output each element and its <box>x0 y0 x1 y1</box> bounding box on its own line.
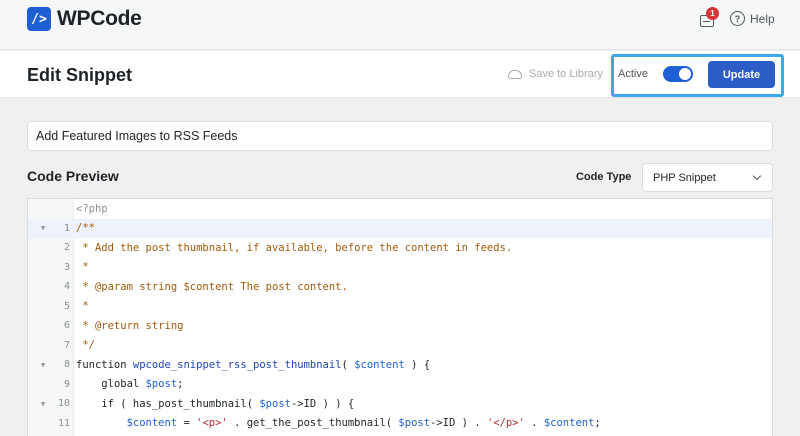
snippet-title-input[interactable]: Add Featured Images to RSS Feeds <box>27 121 773 151</box>
line-number: 3 <box>63 261 70 273</box>
code-text: /** <box>76 222 95 235</box>
line-number: 8 <box>63 359 70 371</box>
fold-caret-icon[interactable]: ▼ <box>41 400 45 408</box>
page-title: Edit Snippet <box>27 65 132 85</box>
logo-mark-icon: /> <box>27 7 51 31</box>
wpcode-logo[interactable]: /> WPCode <box>27 7 142 31</box>
line-number: 5 <box>63 300 70 312</box>
code-preview-heading: Code Preview <box>27 168 119 184</box>
line-number: 9 <box>63 378 70 390</box>
notifications-button[interactable]: 1 <box>700 7 719 29</box>
line-number: 11 <box>57 417 70 429</box>
code-line: 4 * @param string $content The post cont… <box>28 277 772 297</box>
code-line: 5 * <box>28 297 772 317</box>
question-circle-icon: ? <box>730 11 745 26</box>
help-label: Help <box>750 11 775 26</box>
php-open-tag: <?php <box>76 202 108 215</box>
code-text: * @param string $content The post conten… <box>76 280 348 293</box>
code-line: ▼ 1 /** <box>28 218 772 238</box>
fold-caret-icon[interactable]: ▼ <box>41 224 45 232</box>
code-line: 7 */ <box>28 336 772 356</box>
code-text: if ( has_post_thumbnail( $post->ID ) ) { <box>101 397 355 410</box>
toggle-knob <box>679 68 691 80</box>
chevron-down-icon <box>752 171 762 181</box>
line-number: 7 <box>63 339 70 351</box>
line-number: 6 <box>63 320 70 332</box>
code-type-value: PHP Snippet <box>653 171 716 184</box>
code-text: * Add the post thumbnail, if available, … <box>76 241 513 254</box>
code-text: * <box>76 300 89 313</box>
line-number: 2 <box>63 242 70 254</box>
cloud-icon <box>508 69 522 79</box>
save-to-library-label: Save to Library <box>529 68 603 80</box>
code-line: 3 * <box>28 258 772 278</box>
code-text: * <box>76 261 89 274</box>
code-text: function wpcode_snippet_rss_post_thumbna… <box>76 358 431 371</box>
help-button[interactable]: ? Help <box>730 11 775 26</box>
fold-caret-icon[interactable]: ▼ <box>41 361 45 369</box>
code-preamble-line: <?php <box>28 199 772 219</box>
code-type-select[interactable]: PHP Snippet <box>642 163 773 192</box>
code-line: ▼ 10 if ( has_post_thumbnail( $post->ID )… <box>28 394 772 414</box>
notification-badge: 1 <box>706 7 719 20</box>
code-line: 9 global $post; <box>28 375 772 395</box>
save-to-library-button[interactable]: Save to Library <box>508 68 603 80</box>
code-line: 6 * @return string <box>28 316 772 336</box>
code-text: */ <box>76 339 95 352</box>
code-text: global $post; <box>101 378 184 391</box>
active-label: Active <box>618 68 648 80</box>
code-line: ▼ 8 function wpcode_snippet_rss_post_thumb… <box>28 355 772 375</box>
active-toggle[interactable] <box>663 66 693 82</box>
code-line: 2 * Add the post thumbnail, if available… <box>28 238 772 258</box>
update-button[interactable]: Update <box>708 61 775 88</box>
logo-text: WPCode <box>57 7 142 30</box>
line-number: 1 <box>63 222 70 234</box>
code-type-label: Code Type <box>576 171 632 183</box>
top-bar: /> WPCode 1 ? Help <box>0 0 800 50</box>
code-text: * @return string <box>76 319 184 332</box>
line-number: 10 <box>57 398 70 410</box>
code-line: 11 $content = '<p>' . get_the_post_thumb… <box>28 414 772 434</box>
code-text: $content = '<p>' . get_the_post_thumbnai… <box>126 417 601 430</box>
code-editor[interactable]: <?php ▼ 1 /** 2 * Add the post thumbnail, i… <box>27 198 773 436</box>
line-number: 4 <box>63 281 70 293</box>
